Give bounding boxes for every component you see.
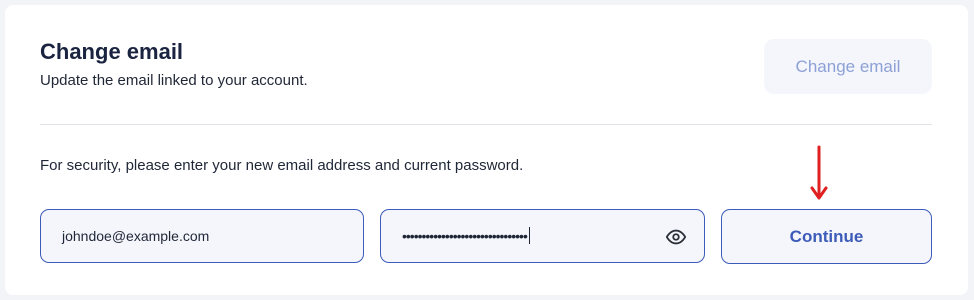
change-email-card: Change email Update the email linked to … [5, 5, 968, 295]
instruction-text: For security, please enter your new emai… [40, 157, 524, 174]
section-title: Change email [40, 39, 184, 64]
email-value: johndoe@example.com [62, 228, 210, 244]
divider [40, 124, 932, 125]
password-field[interactable]: •••••••••••••••••••••••••••••••• [380, 209, 705, 263]
change-email-button[interactable]: Change email [764, 39, 932, 94]
email-field[interactable]: johndoe@example.com [40, 209, 364, 263]
arrow-down-icon [810, 145, 828, 200]
section-subtitle: Update the email linked to your account. [40, 72, 308, 89]
eye-icon[interactable] [665, 226, 687, 248]
continue-button[interactable]: Continue [721, 209, 932, 264]
password-dots: •••••••••••••••••••••••••••••••• [402, 228, 528, 244]
password-value: •••••••••••••••••••••••••••••••• [402, 227, 530, 244]
text-cursor [528, 227, 530, 244]
